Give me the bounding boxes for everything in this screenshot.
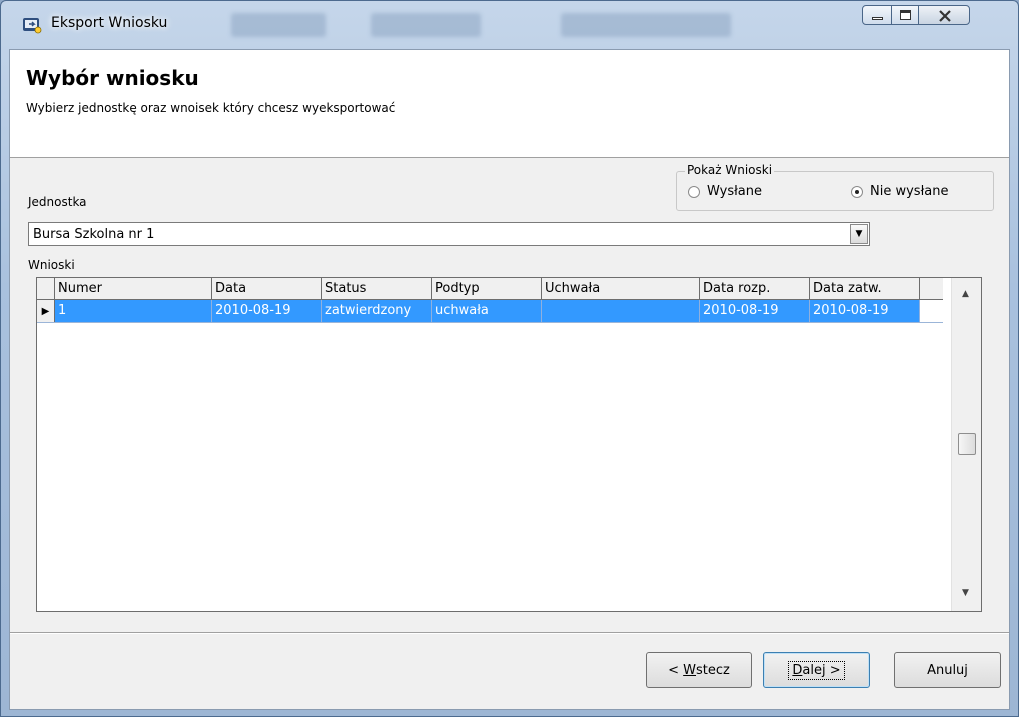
cancel-button-label: Anuluj bbox=[927, 662, 968, 678]
cancel-button[interactable]: Anuluj bbox=[894, 652, 1001, 688]
column-header-numer[interactable]: Numer bbox=[55, 278, 212, 299]
radio-sent-indicator[interactable] bbox=[688, 185, 700, 198]
back-button[interactable]: < Wstecz bbox=[646, 652, 752, 688]
page-subtitle: Wybierz jednostkę oraz wnoisek który chc… bbox=[26, 101, 396, 115]
scroll-up-icon[interactable]: ▲ bbox=[962, 289, 969, 299]
title-bar[interactable]: Eksport Wniosku bbox=[1, 1, 1018, 49]
next-button[interactable]: Dalej > bbox=[763, 652, 870, 688]
cell-data[interactable]: 2010-08-19 bbox=[212, 300, 322, 322]
scrollbar-thumb[interactable] bbox=[958, 433, 976, 455]
cell-status[interactable]: zatwierdzony bbox=[322, 300, 432, 322]
restore-icon bbox=[900, 10, 911, 20]
cell-numer[interactable]: 1 bbox=[55, 300, 212, 322]
next-button-label: alej > bbox=[802, 662, 841, 678]
unit-label: Jednostka bbox=[28, 195, 87, 209]
back-button-mnemonic: W bbox=[683, 662, 697, 678]
vertical-scrollbar[interactable]: ▲ ▼ bbox=[951, 278, 981, 611]
column-header-status[interactable]: Status bbox=[322, 278, 432, 299]
unit-combobox-value: Bursa Szkolna nr 1 bbox=[33, 227, 155, 242]
column-header-data-rozp[interactable]: Data rozp. bbox=[700, 278, 810, 299]
show-filter-label: Pokaż Wnioski bbox=[685, 163, 775, 177]
applications-label: Wnioski bbox=[28, 258, 75, 272]
chevron-down-icon[interactable]: ▼ bbox=[850, 224, 868, 244]
radio-not-sent-indicator[interactable] bbox=[851, 185, 863, 198]
radio-not-sent-label: Nie wysłane bbox=[870, 184, 949, 199]
column-header-podtyp[interactable]: Podtyp bbox=[432, 278, 542, 299]
dialog-client-area: Wybór wniosku Wybierz jednostkę oraz wno… bbox=[9, 49, 1010, 710]
back-button-prefix: < bbox=[668, 662, 684, 678]
column-header-data[interactable]: Data bbox=[212, 278, 322, 299]
column-header-uchwala[interactable]: Uchwała bbox=[542, 278, 700, 299]
show-filter-group: Pokaż Wnioski Wysłane Nie wysłane bbox=[676, 163, 994, 211]
footer-divider bbox=[10, 632, 1009, 634]
cell-data-rozp[interactable]: 2010-08-19 bbox=[700, 300, 810, 322]
unit-combobox[interactable]: Bursa Szkolna nr 1 ▼ bbox=[28, 222, 870, 246]
cell-uchwala[interactable] bbox=[542, 300, 700, 322]
cell-podtyp[interactable]: uchwała bbox=[432, 300, 542, 322]
radio-sent-label: Wysłane bbox=[707, 184, 762, 199]
app-icon bbox=[23, 18, 42, 34]
row-indicator-header bbox=[37, 278, 55, 299]
next-button-mnemonic: D bbox=[792, 662, 803, 678]
minimize-icon bbox=[872, 17, 883, 20]
grid-header: Numer Data Status Podtyp Uchwała Data ro… bbox=[37, 278, 943, 300]
minimize-button[interactable] bbox=[862, 5, 892, 25]
scroll-down-icon[interactable]: ▼ bbox=[962, 588, 969, 598]
window-title: Eksport Wniosku bbox=[51, 15, 168, 31]
radio-sent[interactable]: Wysłane bbox=[688, 184, 762, 199]
back-button-label: stecz bbox=[696, 662, 730, 678]
column-header-data-zatw[interactable]: Data zatw. bbox=[810, 278, 920, 299]
next-button-focus: Dalej > bbox=[788, 660, 845, 680]
background-blur bbox=[561, 13, 731, 37]
wizard-header: Wybór wniosku Wybierz jednostkę oraz wno… bbox=[10, 50, 1009, 158]
radio-not-sent[interactable]: Nie wysłane bbox=[851, 184, 948, 199]
background-blur bbox=[371, 13, 481, 37]
cell-data-zatw[interactable]: 2010-08-19 bbox=[810, 300, 920, 322]
export-window: Eksport Wniosku Wybór wniosku Wybierz je… bbox=[0, 0, 1019, 717]
background-blur bbox=[231, 13, 326, 37]
close-icon bbox=[939, 10, 951, 22]
current-row-arrow-icon: ▶ bbox=[37, 300, 55, 322]
table-row[interactable]: ▶ 1 2010-08-19 zatwierdzony uchwała 2010… bbox=[37, 300, 943, 323]
close-button[interactable] bbox=[918, 5, 970, 25]
page-title: Wybór wniosku bbox=[26, 66, 199, 90]
applications-grid[interactable]: Numer Data Status Podtyp Uchwała Data ro… bbox=[36, 277, 982, 612]
maximize-button[interactable] bbox=[891, 5, 919, 25]
